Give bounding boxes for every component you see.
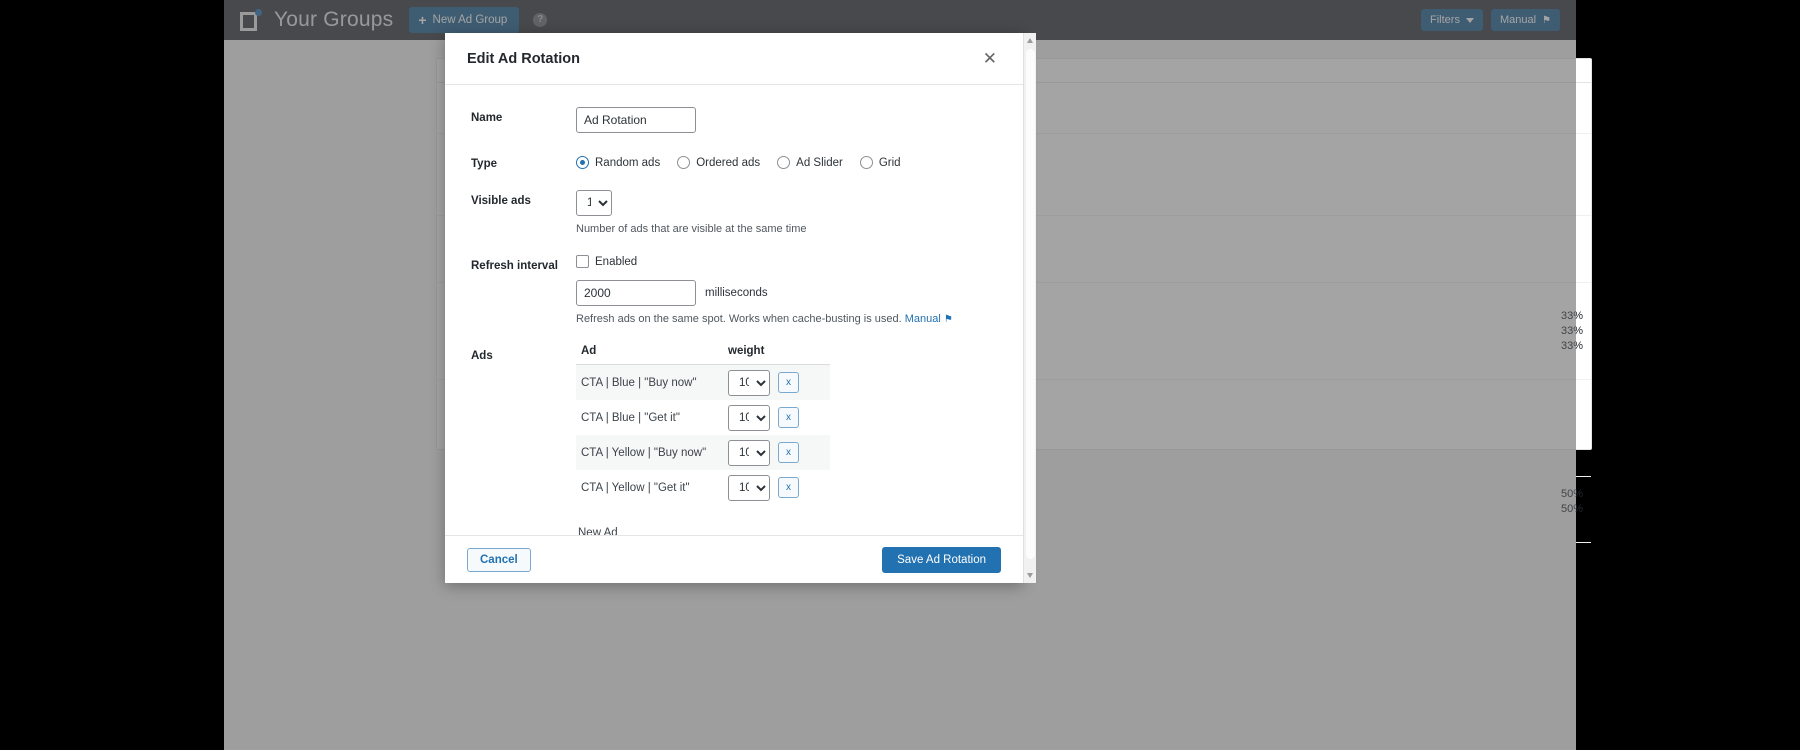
ad-weight-cell: 15102050100 x bbox=[728, 405, 799, 431]
dialog-title: Edit Ad Rotation bbox=[467, 51, 580, 67]
screen-root: Your Groups + New Ad Group ? Filters Man… bbox=[0, 0, 1800, 750]
save-ad-rotation-button[interactable]: Save Ad Rotation bbox=[882, 547, 1001, 573]
ad-weight-cell: 15102050100 x bbox=[728, 440, 799, 466]
type-option-ad-slider[interactable]: Ad Slider bbox=[777, 156, 843, 169]
type-option-label: Random ads bbox=[595, 157, 660, 169]
ad-weight-select[interactable]: 15102050100 bbox=[728, 475, 770, 501]
refresh-interval-input[interactable] bbox=[576, 280, 696, 306]
ads-table: Ad weight CTA | Blue | "Buy now"15102050… bbox=[576, 345, 830, 505]
remove-ad-button[interactable]: x bbox=[778, 442, 799, 463]
type-option-label: Grid bbox=[879, 157, 901, 169]
refresh-enabled-label: Enabled bbox=[595, 256, 637, 268]
dialog-body: Name Type Random ads Ordered ads Ad Slider… bbox=[445, 85, 1023, 535]
refresh-unit-label: milliseconds bbox=[705, 287, 768, 299]
radio-icon bbox=[777, 156, 790, 169]
ads-table-header: Ad weight bbox=[576, 345, 830, 365]
ad-name-cell: CTA | Blue | "Get it" bbox=[576, 412, 728, 424]
radio-icon bbox=[576, 156, 589, 169]
new-ad-section: New Ad CTA | Blue | "Buy now"CTA | Blue … bbox=[576, 527, 1001, 535]
name-label: Name bbox=[471, 107, 576, 133]
ad-name-cell: CTA | Blue | "Buy now" bbox=[576, 377, 728, 389]
dialog-footer: Cancel Save Ad Rotation bbox=[445, 535, 1023, 583]
radio-icon bbox=[677, 156, 690, 169]
flag-icon: ⚑ bbox=[944, 314, 953, 325]
name-input[interactable] bbox=[576, 107, 696, 133]
refresh-hint: Refresh ads on the same spot. Works when… bbox=[576, 313, 1001, 325]
scroll-up-icon[interactable] bbox=[1027, 38, 1033, 43]
field-name: Name bbox=[471, 107, 1001, 133]
remove-ad-button[interactable]: x bbox=[778, 407, 799, 428]
radio-icon bbox=[860, 156, 873, 169]
type-option-grid[interactable]: Grid bbox=[860, 156, 901, 169]
ad-weight-cell: 15102050100 x bbox=[728, 475, 799, 501]
ad-weight-select[interactable]: 15102050100 bbox=[728, 370, 770, 396]
ad-name-cell: CTA | Yellow | "Get it" bbox=[576, 482, 728, 494]
ads-column-ad: Ad bbox=[576, 345, 728, 357]
visible-ads-select[interactable]: 12345 bbox=[576, 190, 612, 216]
ad-weight-select[interactable]: 15102050100 bbox=[728, 440, 770, 466]
refresh-hint-text: Refresh ads on the same spot. Works when… bbox=[576, 313, 902, 325]
dialog-header: Edit Ad Rotation ✕ bbox=[445, 33, 1023, 85]
ads-column-weight: weight bbox=[728, 345, 764, 357]
ads-table-row: CTA | Yellow | "Buy now"15102050100 x bbox=[576, 435, 830, 470]
refresh-enabled-toggle[interactable]: Enabled bbox=[576, 255, 1001, 268]
scroll-down-icon[interactable] bbox=[1027, 573, 1033, 578]
field-visible-ads: Visible ads 12345 Number of ads that are… bbox=[471, 190, 1001, 235]
ad-weight-cell: 15102050100 x bbox=[728, 370, 799, 396]
visible-ads-hint: Number of ads that are visible at the sa… bbox=[576, 223, 1001, 235]
refresh-value-row: milliseconds bbox=[576, 280, 1001, 306]
type-option-ordered-ads[interactable]: Ordered ads bbox=[677, 156, 760, 169]
ads-label: Ads bbox=[471, 345, 576, 535]
refresh-manual-link[interactable]: Manual bbox=[905, 313, 941, 325]
field-type: Type Random ads Ordered ads Ad Slider Grid bbox=[471, 153, 1001, 170]
modal-scrollbar[interactable] bbox=[1023, 33, 1036, 583]
ads-table-row: CTA | Blue | "Buy now"15102050100 x bbox=[576, 365, 830, 400]
ad-name-cell: CTA | Yellow | "Buy now" bbox=[576, 447, 728, 459]
type-label: Type bbox=[471, 153, 576, 170]
field-ads: Ads Ad weight CTA | Blue | "Buy now"1510… bbox=[471, 345, 1001, 535]
ads-table-row: CTA | Blue | "Get it"15102050100 x bbox=[576, 400, 830, 435]
type-option-random-ads[interactable]: Random ads bbox=[576, 156, 660, 169]
close-icon[interactable]: ✕ bbox=[979, 48, 1001, 69]
refresh-label: Refresh interval bbox=[471, 255, 576, 325]
type-option-label: Ad Slider bbox=[796, 157, 843, 169]
type-radio-group: Random ads Ordered ads Ad Slider Grid bbox=[576, 153, 1001, 169]
ad-weight-select[interactable]: 15102050100 bbox=[728, 405, 770, 431]
type-option-label: Ordered ads bbox=[696, 157, 760, 169]
checkbox-icon bbox=[576, 255, 589, 268]
new-ad-label: New Ad bbox=[576, 527, 1001, 535]
ads-table-row: CTA | Yellow | "Get it"15102050100 x bbox=[576, 470, 830, 505]
remove-ad-button[interactable]: x bbox=[778, 477, 799, 498]
visible-ads-label: Visible ads bbox=[471, 190, 576, 235]
cancel-button[interactable]: Cancel bbox=[467, 548, 531, 572]
scroll-thumb[interactable] bbox=[1026, 49, 1035, 559]
edit-ad-rotation-dialog: Edit Ad Rotation ✕ Name Type Random ads O… bbox=[445, 33, 1023, 583]
field-refresh-interval: Refresh interval Enabled milliseconds Re… bbox=[471, 255, 1001, 325]
remove-ad-button[interactable]: x bbox=[778, 372, 799, 393]
ads-table-body: CTA | Blue | "Buy now"15102050100xCTA | … bbox=[576, 365, 830, 505]
